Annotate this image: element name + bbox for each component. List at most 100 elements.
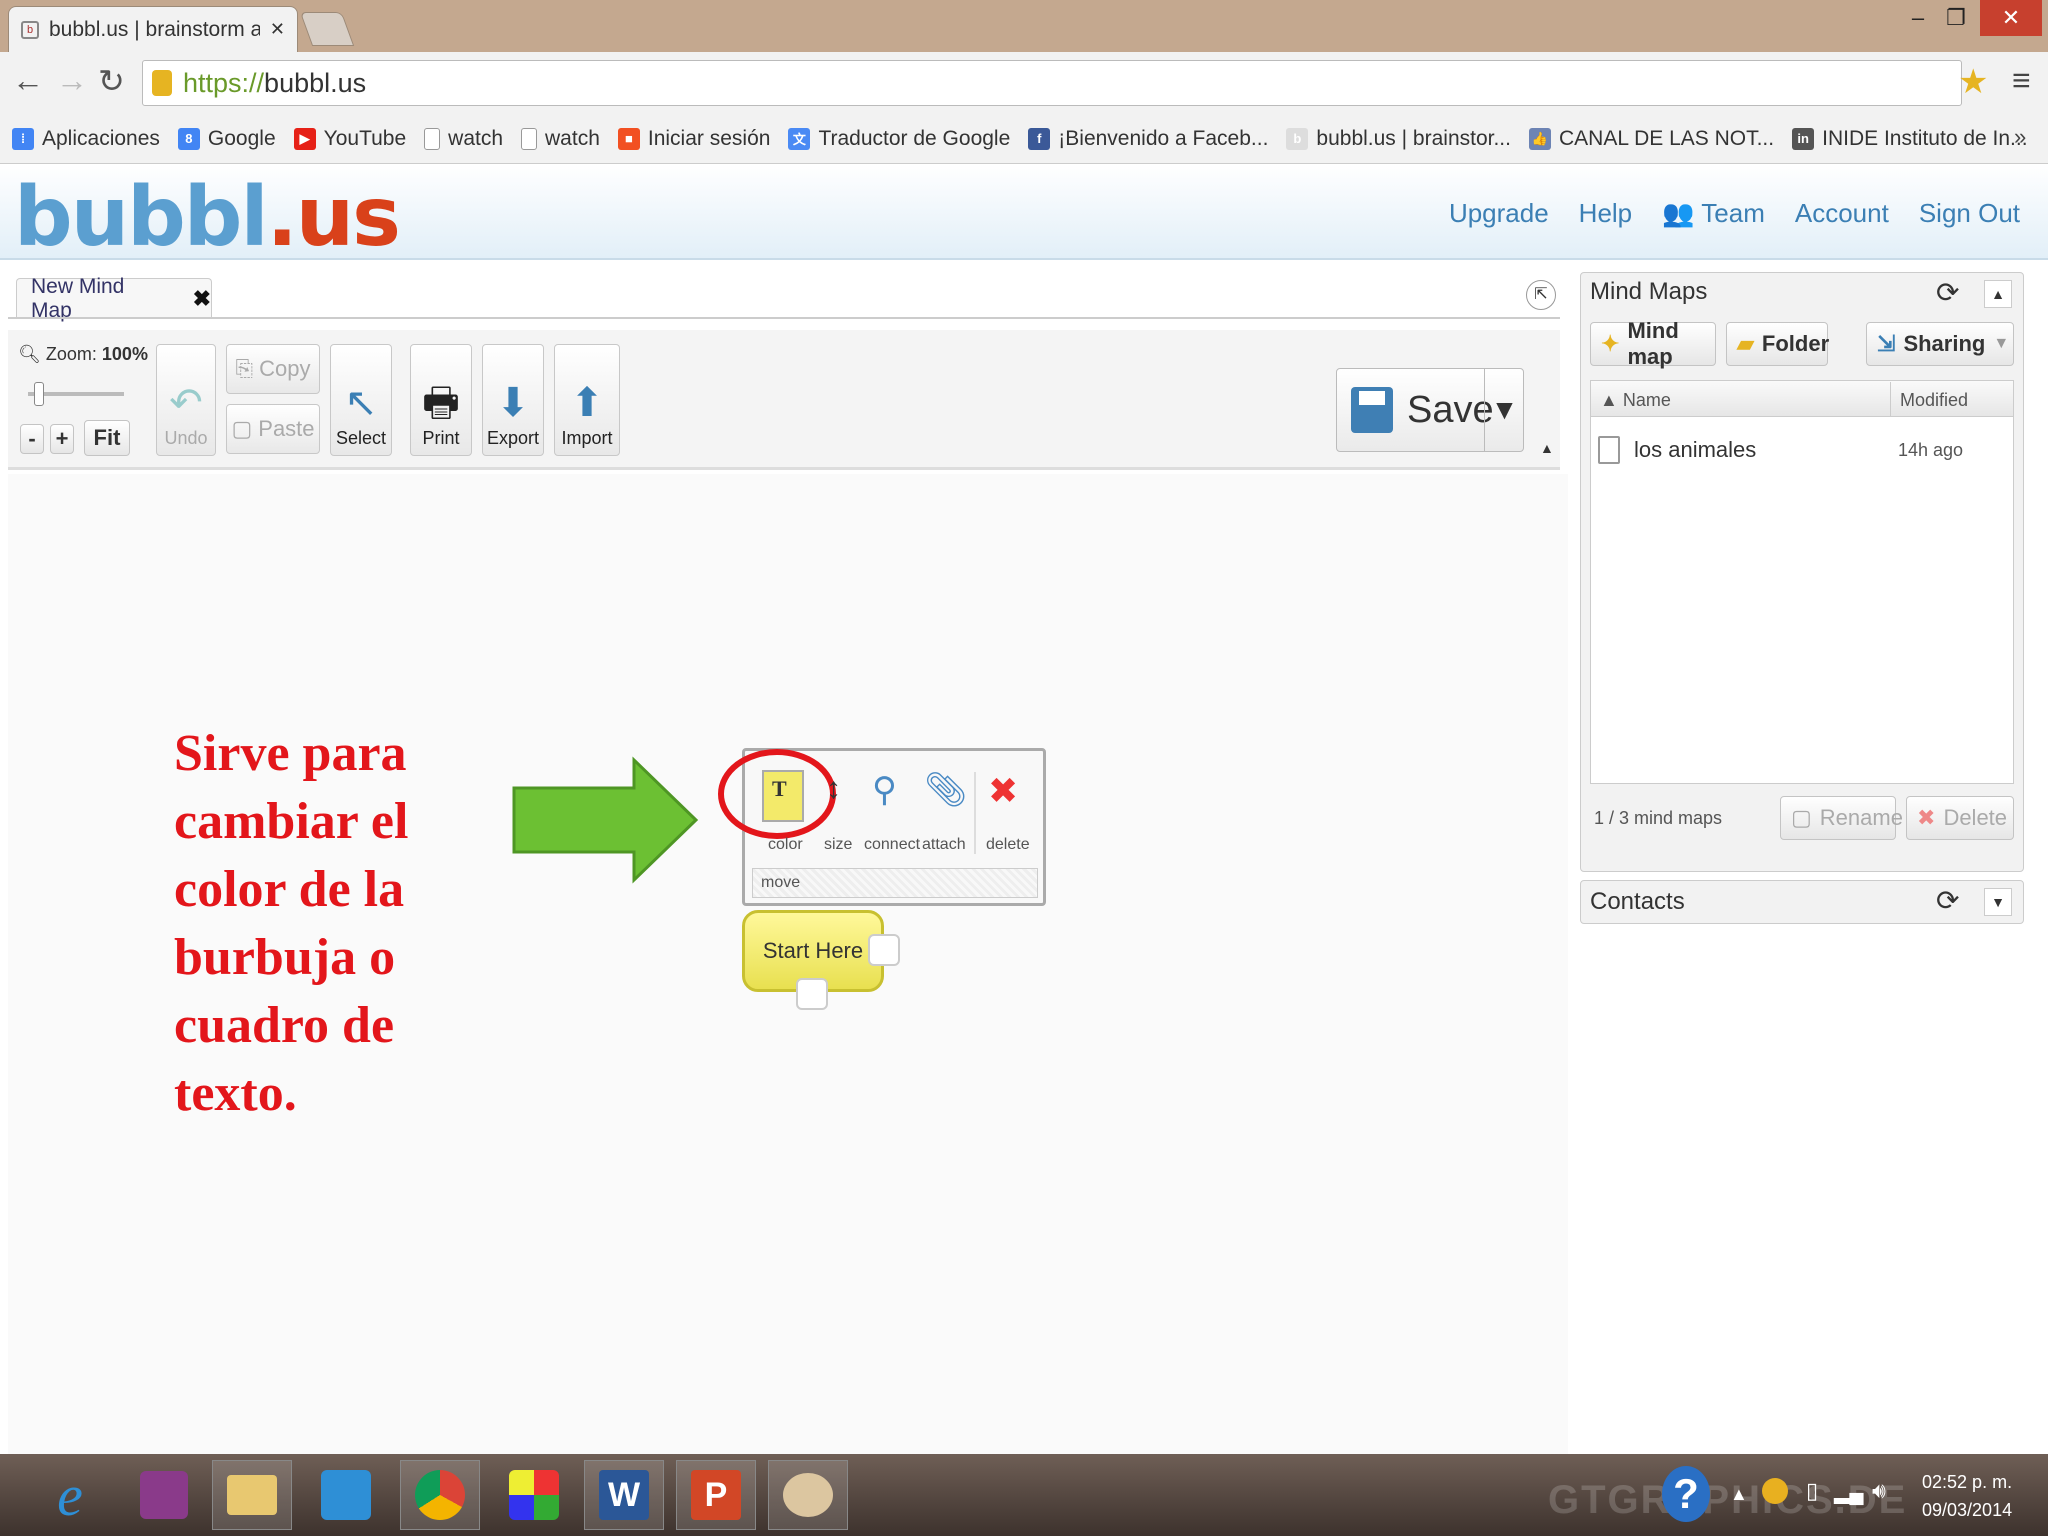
tray-app-icon[interactable]	[1762, 1478, 1788, 1504]
bubbl-icon: b	[1286, 127, 1309, 150]
bookmark-label: Traductor de Google	[818, 126, 1011, 150]
close-doc-icon[interactable]: ✖	[193, 286, 211, 312]
name-column-header[interactable]: ▲ Name	[1600, 390, 1671, 411]
account-link[interactable]: Account	[1795, 198, 1889, 229]
system-clock[interactable]: 02:52 p. m. 09/03/2014	[1922, 1468, 2012, 1524]
app-rocket-icon[interactable]	[306, 1460, 386, 1530]
modified-column-header[interactable]: Modified	[1900, 390, 1968, 411]
add-sibling-icon[interactable]	[868, 934, 900, 966]
page-icon	[521, 127, 538, 150]
new-folder-button[interactable]: ▰ Folder	[1726, 322, 1829, 366]
paint-icon[interactable]	[768, 1460, 848, 1530]
signal-icon[interactable]: ▂▄	[1834, 1480, 1864, 1505]
contacts-expand-icon[interactable]: ▼	[1984, 888, 2012, 916]
collapse-icon[interactable]: ⇱	[1526, 280, 1556, 310]
bookmark-item[interactable]: f ¡Bienvenido a Faceb...	[1028, 127, 1268, 151]
restore-button[interactable]: ❐	[1936, 0, 1976, 36]
puzzle-app-icon[interactable]	[494, 1460, 574, 1530]
printer-icon: 🖶	[422, 381, 460, 425]
select-label: Select	[335, 428, 387, 448]
contacts-title: Contacts	[1590, 888, 1685, 915]
chrome-icon[interactable]	[400, 1460, 480, 1530]
new-map-icon: ✦	[1601, 331, 1620, 356]
save-options-chevron-down-icon[interactable]: ▼	[1484, 368, 1524, 452]
file-row[interactable]: los animales 14h ago	[1598, 430, 2006, 470]
tray-expand-icon[interactable]: ▲	[1730, 1484, 1748, 1505]
browser-tab[interactable]: b bubbl.us | brainstorm and ✕	[8, 6, 298, 52]
minimize-button[interactable]: –	[1900, 0, 1936, 36]
select-button[interactable]: ↖ Select	[330, 344, 392, 456]
bookmark-item[interactable]: watch	[521, 127, 600, 151]
zoom-value: 100%	[101, 344, 148, 364]
bubbl-logo[interactable]: bubbl.us	[14, 170, 401, 265]
new-mind-map-button[interactable]: ✦ Mind map	[1590, 318, 1716, 369]
bookmark-item[interactable]: ⁞ Aplicaciones	[12, 127, 160, 151]
url-scheme: https://	[183, 67, 265, 98]
delete-x-icon[interactable]: ✖	[988, 770, 1018, 812]
powerpoint-icon[interactable]: P	[676, 1460, 756, 1530]
bookmark-item[interactable]: watch	[424, 127, 503, 151]
size-arrows-icon[interactable]: ↕	[826, 772, 841, 806]
bookmark-item[interactable]: ■ Iniciar sesión	[617, 127, 770, 151]
network-app-icon[interactable]	[124, 1460, 204, 1530]
connect-icon[interactable]: ⚲	[872, 770, 897, 810]
tab-new-mind-map[interactable]: New Mind Map ✖	[16, 275, 212, 322]
bookmark-item[interactable]: 8 Google	[177, 127, 276, 151]
bookmark-item[interactable]: ▶ YouTube	[293, 127, 406, 151]
rename-button[interactable]: ▢ Rename	[1780, 796, 1903, 840]
close-window-button[interactable]: ✕	[1980, 0, 2042, 36]
star-icon[interactable]: ★	[1958, 62, 1988, 102]
word-icon[interactable]: W	[584, 1460, 664, 1530]
chevron-down-icon: ▼	[1993, 335, 2010, 352]
toolbar-collapse-icon[interactable]: ▲	[1540, 440, 1554, 456]
volume-icon[interactable]: 🔊︎	[1872, 1478, 1886, 1504]
battery-icon[interactable]: ▯	[1806, 1478, 1818, 1504]
delete-label: Delete	[1943, 805, 2008, 830]
annotation-line: cambiar el	[174, 793, 409, 850]
copy-button[interactable]: ⎘ Copy	[226, 344, 320, 394]
import-button[interactable]: ⬆ Import	[554, 344, 620, 456]
bookmark-item[interactable]: b bubbl.us | brainstor...	[1286, 127, 1511, 151]
delete-button[interactable]: ✖ Delete	[1906, 796, 2014, 840]
bookmark-item[interactable]: 文 Traductor de Google	[788, 127, 1010, 151]
sharing-label: Sharing	[1903, 331, 1986, 356]
move-handle[interactable]: move	[752, 868, 1038, 898]
file-name: los animales	[1634, 437, 1757, 462]
team-link[interactable]: 👥 Team	[1662, 198, 1765, 229]
back-arrow-icon[interactable]: ←	[12, 62, 44, 99]
annotation-line: cuadro de	[174, 997, 395, 1054]
menu-icon[interactable]: ≡	[2012, 62, 2031, 99]
undo-button[interactable]: ↶ Undo	[156, 344, 216, 456]
import-label: Import	[561, 428, 613, 448]
paste-button[interactable]: ▢ Paste	[226, 404, 320, 454]
paperclip-icon[interactable]: 📎︎	[924, 770, 967, 810]
sharing-button[interactable]: ⇲ Sharing ▼	[1866, 322, 2014, 366]
bookmark-item[interactable]: in INIDE Instituto de In...	[1792, 127, 2028, 151]
close-tab-icon[interactable]: ✕	[270, 19, 285, 40]
reload-icon[interactable]: ↻	[98, 62, 125, 100]
upgrade-link[interactable]: Upgrade	[1449, 198, 1549, 229]
help-question-icon[interactable]: ?	[1662, 1466, 1710, 1522]
zoom-in-button[interactable]: +	[50, 424, 74, 454]
export-button[interactable]: ⬇ Export	[482, 344, 544, 456]
panel-collapse-icon[interactable]: ▲	[1984, 280, 2012, 308]
bookmarks-overflow-button[interactable]: »	[2014, 124, 2026, 150]
help-link[interactable]: Help	[1579, 198, 1632, 229]
add-child-icon[interactable]	[796, 978, 828, 1010]
zoom-out-button[interactable]: -	[20, 424, 44, 454]
forward-arrow-icon[interactable]: →	[56, 62, 88, 99]
inide-icon: in	[1792, 127, 1815, 150]
sign-out-link[interactable]: Sign Out	[1919, 198, 2020, 229]
microsoft-icon: ■	[617, 127, 640, 150]
refresh-icon[interactable]: ⟳	[1936, 276, 1959, 309]
contacts-refresh-icon[interactable]: ⟳	[1936, 884, 1959, 917]
zoom-fit-button[interactable]: Fit	[84, 420, 130, 456]
internet-explorer-icon[interactable]: e	[30, 1460, 110, 1530]
print-button[interactable]: 🖶 Print	[410, 344, 472, 456]
bookmark-item[interactable]: 👍 CANAL DE LAS NOT...	[1528, 127, 1774, 151]
rename-label: Rename	[1819, 805, 1903, 830]
address-bar[interactable]: https://bubbl.us	[142, 60, 1962, 106]
file-explorer-icon[interactable]	[212, 1460, 292, 1530]
bookmark-label: bubbl.us | brainstor...	[1316, 126, 1511, 150]
zoom-slider-handle[interactable]	[34, 382, 44, 406]
